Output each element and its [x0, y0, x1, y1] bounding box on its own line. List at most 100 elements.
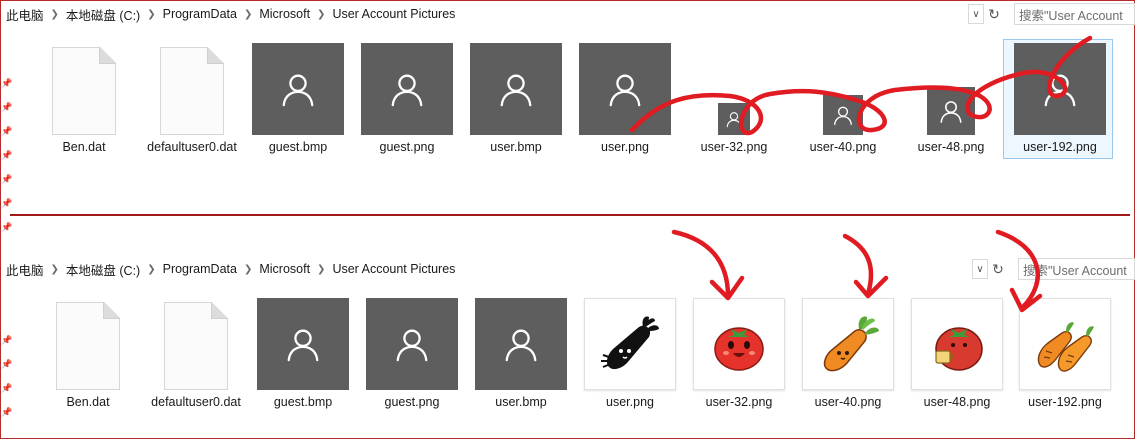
breadcrumb-this-pc[interactable]: 此电脑 [2, 260, 48, 279]
breadcrumb-separator-icon: ❯ [50, 263, 59, 275]
user-icon [579, 43, 671, 135]
file-item[interactable]: guest.bmp [251, 298, 355, 410]
file-item[interactable]: guest.png [360, 298, 464, 410]
search-input[interactable]: 搜索"User Account [1018, 258, 1135, 280]
user-icon [361, 43, 453, 135]
refresh-icon: ↻ [992, 260, 1004, 277]
file-name: Ben.dat [66, 395, 110, 409]
breadcrumb[interactable]: 此电脑 ❯ 本地磁盘 (C:) ❯ ProgramData ❯ Microsof… [2, 258, 459, 280]
file-name: defaultuser0.dat [151, 395, 241, 409]
breadcrumb-user-account-pictures[interactable]: User Account Pictures [328, 7, 459, 21]
file-item[interactable]: user-40.png [796, 298, 900, 410]
file-item[interactable]: user-48.png [905, 298, 1009, 410]
user-icon [823, 95, 863, 135]
address-history-dropdown[interactable]: ∨ [972, 259, 988, 279]
explorer-before: 此电脑 ❯ 本地磁盘 (C:) ❯ ProgramData ❯ Microsof… [0, 0, 1135, 232]
file-name: user-40.png [814, 395, 882, 409]
file-name: guest.png [379, 140, 435, 154]
file-item[interactable]: user.png [573, 43, 677, 155]
file-item[interactable]: user.png [578, 298, 682, 410]
pin-icon[interactable]: 📌 [1, 126, 12, 137]
pin-icon[interactable]: 📌 [1, 198, 12, 209]
breadcrumb-this-pc[interactable]: 此电脑 [2, 5, 48, 24]
breadcrumb-microsoft[interactable]: Microsoft [255, 7, 314, 21]
file-name: defaultuser0.dat [147, 140, 237, 154]
user-icon [927, 87, 975, 135]
refresh-icon: ↻ [988, 5, 1000, 22]
file-item[interactable]: user-192.png [1013, 298, 1117, 410]
address-history-dropdown[interactable]: ∨ [968, 4, 984, 24]
pin-icon[interactable]: 📌 [1, 174, 12, 185]
file-item[interactable]: user-32.png [682, 103, 786, 155]
pin-icon[interactable]: 📌 [1, 222, 12, 233]
file-item[interactable]: defaultuser0.dat [144, 302, 248, 410]
chevron-down-icon: ∨ [976, 263, 984, 275]
file-name: guest.bmp [273, 395, 333, 409]
pin-icon[interactable]: 📌 [1, 102, 12, 113]
explorer-after: 此电脑 ❯ 本地磁盘 (C:) ❯ ProgramData ❯ Microsof… [0, 255, 1135, 439]
file-item[interactable]: guest.bmp [246, 43, 350, 155]
file-item[interactable]: Ben.dat [32, 47, 136, 155]
user-icon [1014, 43, 1106, 135]
search-input[interactable]: 搜索"User Account [1014, 3, 1135, 25]
pin-icon[interactable]: 📌 [1, 78, 12, 89]
breadcrumb-user-account-pictures[interactable]: User Account Pictures [328, 262, 459, 276]
file-name: user.bmp [495, 395, 547, 409]
file-name: user.bmp [490, 140, 542, 154]
file-item[interactable]: Ben.dat [36, 302, 140, 410]
breadcrumb-separator-icon: ❯ [147, 263, 156, 275]
file-name: Ben.dat [62, 140, 106, 154]
pin-icon[interactable]: 📌 [1, 150, 12, 161]
file-name: user-192.png [1028, 395, 1102, 409]
file-item[interactable]: guest.png [355, 43, 459, 155]
file-name: guest.bmp [268, 140, 328, 154]
file-item[interactable]: defaultuser0.dat [140, 47, 244, 155]
breadcrumb-separator-icon: ❯ [317, 8, 326, 20]
two-carrots-icon [1019, 298, 1111, 390]
breadcrumb-local-disk[interactable]: 本地磁盘 (C:) [62, 5, 144, 24]
file-name: user-40.png [809, 140, 877, 154]
user-icon [470, 43, 562, 135]
file-item[interactable]: user-192.png [1008, 43, 1112, 155]
breadcrumb-separator-icon: ❯ [50, 8, 59, 20]
user-icon [718, 103, 750, 135]
pin-icon[interactable]: 📌 [1, 335, 12, 346]
breadcrumb-programdata[interactable]: ProgramData [159, 7, 241, 21]
document-icon [164, 302, 228, 390]
pin-icon[interactable]: 📌 [1, 407, 12, 418]
breadcrumb-microsoft[interactable]: Microsoft [255, 262, 314, 276]
breadcrumb-separator-icon: ❯ [243, 263, 253, 275]
user-icon [475, 298, 567, 390]
breadcrumb[interactable]: 此电脑 ❯ 本地磁盘 (C:) ❯ ProgramData ❯ Microsof… [2, 3, 459, 25]
file-item[interactable]: user-40.png [791, 95, 895, 155]
file-item[interactable]: user.bmp [469, 298, 573, 410]
chevron-down-icon: ∨ [972, 8, 980, 20]
pin-icon[interactable]: 📌 [1, 383, 12, 394]
file-name: user.png [601, 140, 649, 154]
refresh-button[interactable]: ↻ [989, 259, 1007, 279]
pin-icon[interactable]: 📌 [1, 359, 12, 370]
tomato-cup-icon [911, 298, 1003, 390]
document-icon [56, 302, 120, 390]
file-name: user-32.png [700, 140, 768, 154]
breadcrumb-separator-icon: ❯ [243, 8, 253, 20]
file-name: user-48.png [923, 395, 991, 409]
file-item[interactable]: user-32.png [687, 298, 791, 410]
carrot-icon [802, 298, 894, 390]
file-name: user-48.png [917, 140, 985, 154]
refresh-button[interactable]: ↻ [985, 4, 1003, 24]
user-icon [257, 298, 349, 390]
tomato-icon [693, 298, 785, 390]
breadcrumb-local-disk[interactable]: 本地磁盘 (C:) [62, 260, 144, 279]
breadcrumb-programdata[interactable]: ProgramData [159, 262, 241, 276]
divider-line [10, 214, 1130, 216]
breadcrumb-separator-icon: ❯ [317, 263, 326, 275]
user-icon [366, 298, 458, 390]
carrot-black-icon [584, 298, 676, 390]
file-name: guest.png [384, 395, 440, 409]
file-item[interactable]: user.bmp [464, 43, 568, 155]
user-icon [252, 43, 344, 135]
file-name: user-192.png [1023, 140, 1097, 154]
file-name: user-32.png [705, 395, 773, 409]
file-item[interactable]: user-48.png [899, 87, 1003, 155]
